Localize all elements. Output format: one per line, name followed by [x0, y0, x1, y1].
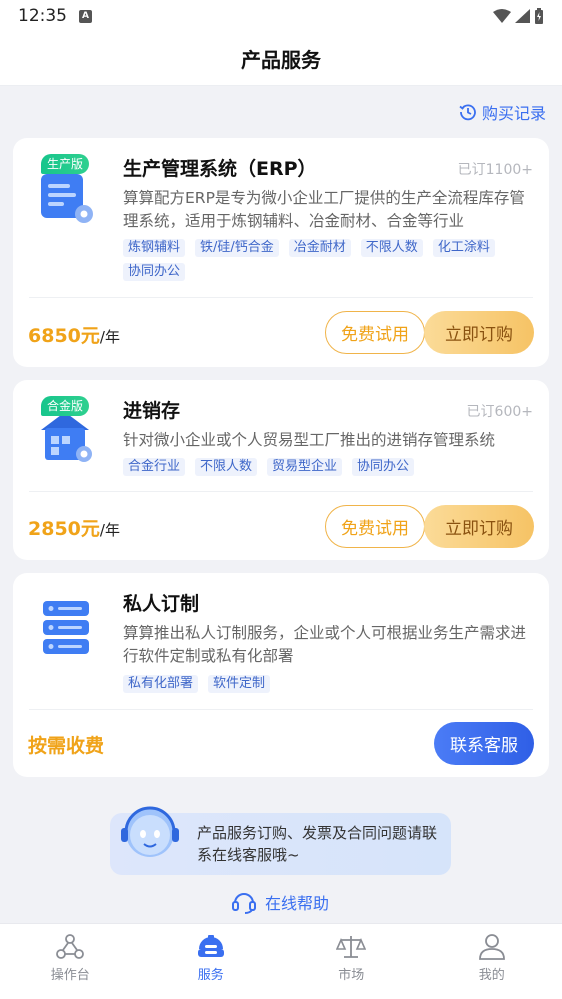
tag: 软件定制: [208, 675, 271, 693]
product-card-erp: 生产版 生产管理系统（ERP） 已订1100+ 算算配方ERP是专为微小企业工厂…: [13, 138, 549, 367]
tab-market[interactable]: 市场: [281, 924, 422, 999]
divider: [29, 297, 533, 298]
product-description: 算算推出私人订制服务，企业或个人可根据业务生产需求进行软件定制或私有化部署: [123, 624, 527, 665]
online-help-label: 在线帮助: [265, 894, 330, 913]
online-help-link[interactable]: 在线帮助: [231, 890, 329, 914]
workbench-icon: [56, 934, 85, 959]
tag: 不限人数: [360, 239, 423, 257]
tag: 贸易型企业: [267, 458, 343, 476]
product-name: 生产管理系统（ERP）: [123, 158, 317, 180]
tag: 不限人数: [195, 458, 258, 476]
price-value: 按需收费: [28, 735, 105, 757]
scale-icon: [336, 936, 367, 958]
free-trial-button[interactable]: 免费试用: [325, 311, 425, 354]
divider: [29, 709, 533, 710]
purchase-history-label: 购买记录: [481, 104, 546, 123]
status-bar: 12:35 A: [0, 0, 562, 32]
product-description: 针对微小企业或个人贸易型工厂推出的进销存管理系统: [123, 431, 496, 449]
tab-label: 市场: [338, 968, 365, 983]
purchase-history-link[interactable]: 购买记录: [459, 100, 546, 124]
tab-mine[interactable]: 我的: [422, 924, 562, 999]
tag: 化工涂料: [432, 239, 495, 257]
product-card-custom: 私人订制 算算推出私人订制服务，企业或个人可根据业务生产需求进行软件定制或私有化…: [13, 573, 549, 777]
signal-icon: [515, 9, 530, 23]
page-title: 产品服务: [241, 48, 321, 72]
tag: 协同办公: [352, 458, 415, 476]
price-value: 2850元: [28, 518, 100, 540]
tab-workbench[interactable]: 操作台: [0, 924, 141, 999]
price-unit: /年: [99, 521, 120, 539]
tab-label: 操作台: [50, 968, 90, 983]
tag-list: 合金行业 不限人数 贸易型企业 协同办公: [123, 458, 533, 476]
product-name: 进销存: [123, 400, 181, 422]
tag: 合金行业: [123, 458, 186, 476]
support-mascot-icon: [121, 806, 179, 857]
server-product-icon: [43, 601, 89, 654]
status-icons: [493, 8, 544, 24]
price: 按需收费: [28, 731, 104, 758]
product-card-inventory: 合金版 进销存 已订600+ 针对微小企业或个人贸易型工厂推出的进销存管理系统 …: [13, 380, 549, 560]
help-bubble-text: 产品服务订购、发票及合同问题请联系在线客服哦~: [197, 824, 438, 864]
wifi-icon: [493, 9, 511, 23]
notification-a-icon: A: [79, 9, 92, 23]
subscribed-count: 已订1100+: [457, 162, 533, 178]
tab-label: 我的: [478, 968, 505, 983]
tag: 协同办公: [123, 263, 186, 281]
status-time: 12:35: [18, 6, 67, 26]
history-clock-icon: [459, 104, 476, 121]
price: 2850元/年: [28, 514, 120, 541]
tag: 铁/硅/钙合金: [195, 239, 279, 257]
free-trial-button[interactable]: 免费试用: [325, 505, 425, 548]
divider: [29, 491, 533, 492]
edition-badge: 合金版: [41, 396, 90, 416]
tag: 私有化部署: [123, 675, 199, 693]
tag-list: 私有化部署 软件定制: [123, 675, 533, 693]
edition-badge: 生产版: [41, 154, 90, 174]
tag: 冶金耐材: [288, 239, 351, 257]
tab-label: 服务: [197, 968, 224, 983]
tab-service[interactable]: 服务: [141, 924, 282, 999]
product-description: 算算配方ERP是专为微小企业工厂提供的生产全流程库存管理系统，适用于炼钢辅料、冶…: [123, 189, 525, 230]
tag: 炼钢辅料: [123, 239, 186, 257]
price-unit: /年: [99, 328, 120, 346]
price-value: 6850元: [28, 325, 100, 347]
tag-list: 炼钢辅料 铁/硅/钙合金 冶金耐材 不限人数 化工涂料 协同办公: [123, 239, 533, 281]
service-icon: [197, 935, 224, 957]
order-now-button[interactable]: 立即订购: [424, 505, 534, 548]
product-name: 私人订制: [123, 593, 200, 615]
contact-support-button[interactable]: 联系客服: [434, 722, 534, 765]
order-now-button[interactable]: 立即订购: [424, 311, 534, 354]
headset-icon: [232, 893, 256, 914]
user-icon: [478, 934, 505, 960]
bottom-tab-bar: 操作台 服务 市场 我的: [0, 923, 562, 999]
subscribed-count: 已订600+: [466, 404, 533, 420]
title-bar: 产品服务: [0, 32, 562, 86]
price: 6850元/年: [28, 321, 120, 348]
battery-icon: [535, 8, 543, 24]
